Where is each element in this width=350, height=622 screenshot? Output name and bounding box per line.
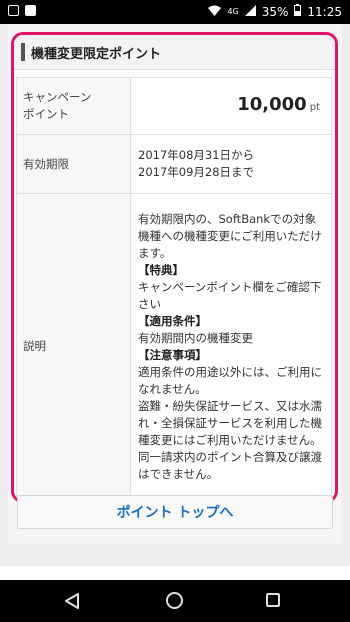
status-bar: 4G 35% 11:25 — [0, 0, 350, 24]
home-icon[interactable] — [166, 592, 183, 609]
navigation-bar — [0, 580, 350, 622]
period-label: 有効期限 — [16, 134, 131, 194]
points-top-button[interactable]: ポイント トップへ — [17, 495, 333, 529]
clock: 11:25 — [307, 4, 342, 19]
header-accent-bar — [21, 43, 25, 61]
period-value: 2017年08月31日から 2017年09月28日まで — [130, 134, 332, 194]
gallery-icon — [25, 5, 36, 16]
notes-item: 同一請求内のポイント合算及び譲渡はできません。 — [138, 449, 322, 481]
notes-heading: 【注意事項】 — [138, 347, 207, 362]
period-start: 2017年08月31日から — [138, 148, 255, 162]
table-row: キャンペーン ポイント 10,000 pt — [16, 77, 332, 135]
signal-icon — [244, 4, 256, 19]
condition-text: 有効期間内の機種変更 — [138, 330, 253, 345]
benefit-heading: 【特典】 — [138, 262, 184, 277]
points-label: キャンペーン ポイント — [16, 77, 131, 135]
notification-icon — [8, 5, 19, 16]
table-row: 有効期限 2017年08月31日から 2017年09月28日まで — [16, 134, 332, 194]
table-row: 説明 有効期限内の、SoftBankでの対象機種への機種変更にご利用いただけます… — [16, 193, 332, 500]
point-info-card: 機種変更限定ポイント キャンペーン ポイント 10,000 pt 有効期限 201… — [11, 32, 338, 503]
point-info-table: キャンペーン ポイント 10,000 pt 有効期限 2017年08月31日から … — [16, 77, 332, 500]
card-header: 機種変更限定ポイント — [14, 35, 335, 70]
benefit-text: キャンペーンポイント欄をご確認下さい — [138, 279, 322, 311]
page-footer-strip — [0, 566, 350, 580]
page-container: 機種変更限定ポイント キャンペーン ポイント 10,000 pt 有効期限 201… — [8, 24, 342, 544]
points-unit: pt — [309, 102, 320, 113]
network-label: 4G — [227, 7, 239, 16]
description-label: 説明 — [16, 193, 131, 500]
desc-intro: 有効期限内の、SoftBankでの対象機種への機種変更にご利用いただけます。 — [138, 211, 322, 260]
notes-item: 盗難・紛失保証サービス、又は水濡れ・全損保証サービスを利用した機種変更にはご利用… — [138, 398, 322, 447]
points-value: 10,000 — [237, 94, 307, 115]
recent-apps-icon[interactable] — [266, 593, 280, 607]
condition-heading: 【適用条件】 — [138, 313, 207, 328]
battery-percent: 35% — [261, 4, 289, 19]
points-value-wrap: 10,000 pt — [138, 96, 324, 116]
card-title: 機種変更限定ポイント — [31, 46, 162, 62]
points-label-line2: ポイント — [23, 107, 69, 121]
description-text: 有効期限内の、SoftBankでの対象機種への機種変更にご利用いただけます。 【… — [130, 193, 332, 500]
notes-item: 適用条件の用途以外には、ご利用になれません。 — [138, 364, 322, 396]
points-label-line1: キャンペーン — [23, 90, 92, 104]
points-value-cell: 10,000 pt — [130, 77, 332, 135]
period-end: 2017年09月28日まで — [138, 165, 255, 179]
battery-icon — [294, 4, 302, 19]
wifi-icon — [208, 5, 222, 19]
back-icon[interactable] — [65, 593, 79, 613]
